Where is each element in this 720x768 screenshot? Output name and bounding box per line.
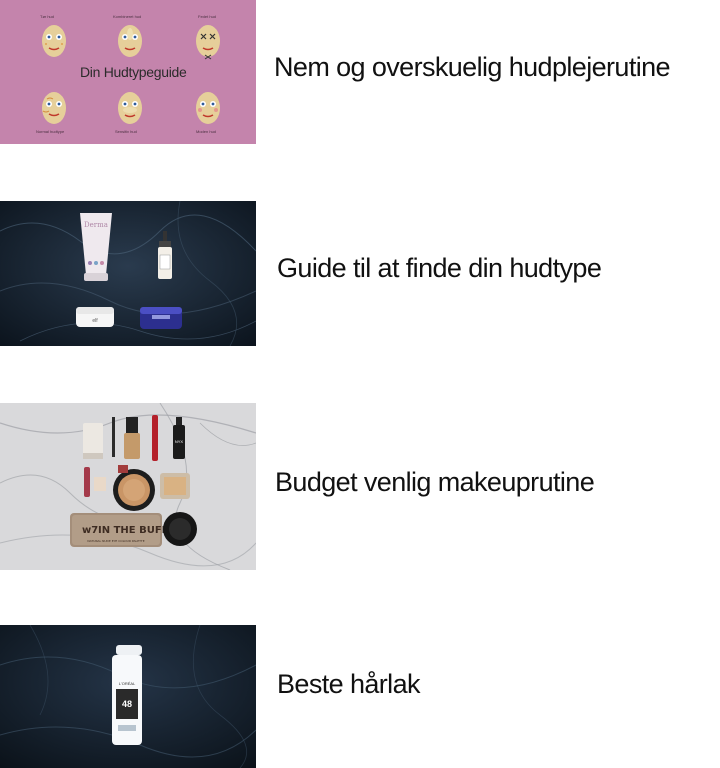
mascara-icon xyxy=(152,415,158,461)
foundation-bottle-icon xyxy=(124,417,140,459)
face-label: Fedet hud xyxy=(198,14,217,19)
eye-pencil-icon xyxy=(112,417,115,457)
article-thumbnail-hairspray[interactable]: 48 L'ORÉAL xyxy=(0,625,256,768)
face-label: Normal hudtype xyxy=(36,129,65,134)
powder-compact-icon xyxy=(113,469,155,511)
svg-text:L'ORÉAL: L'ORÉAL xyxy=(119,681,136,686)
svg-text:IN THE BUFF: IN THE BUFF xyxy=(98,525,168,536)
article-card-best-hairspray[interactable]: 48 L'ORÉAL Beste hårlak xyxy=(0,625,720,768)
svg-text:NYX: NYX xyxy=(175,439,184,444)
article-title[interactable]: Guide til at finde din hudtype xyxy=(277,253,602,284)
skincare-products-photo: Derma elf xyxy=(0,201,256,346)
article-card-budget-makeup[interactable]: NYX IN THE BUFF w7 NATURAL NUDE EYE COLO… xyxy=(0,403,720,570)
article-thumbnail-skincare-products[interactable]: Derma elf xyxy=(0,201,256,346)
eyeshadow-icon xyxy=(94,477,106,491)
hairspray-photo: 48 L'ORÉAL xyxy=(0,625,256,768)
article-thumbnail-makeup-products[interactable]: NYX IN THE BUFF w7 NATURAL NUDE EYE COLO… xyxy=(0,403,256,570)
face-label: Kombineret hud xyxy=(113,14,142,19)
article-card-find-skin-type[interactable]: Derma elf Guide til at finde din hudtype xyxy=(0,201,720,346)
lipstick-icon xyxy=(118,465,128,473)
face-icon xyxy=(118,92,142,124)
svg-text:NATURAL NUDE EYE COLOUR PALETT: NATURAL NUDE EYE COLOUR PALETTE xyxy=(87,539,144,543)
cream-jar-icon: elf xyxy=(76,307,114,327)
svg-text:elf: elf xyxy=(92,318,98,324)
article-card-skincare-routine[interactable]: Tør hud Kombineret hud Fedet hud Normal … xyxy=(0,0,720,144)
face-icon xyxy=(42,25,66,57)
cream-jar-icon xyxy=(140,307,182,329)
svg-text:Derma: Derma xyxy=(84,221,108,229)
article-title[interactable]: Budget venlig makeuprutine xyxy=(275,467,595,498)
lip-gloss-icon xyxy=(84,467,90,497)
face-icon xyxy=(42,92,66,124)
primer-tube-icon xyxy=(83,423,103,459)
face-icon xyxy=(196,92,220,124)
svg-text:48: 48 xyxy=(122,699,132,709)
eyeshadow-palette-icon: IN THE BUFF w7 NATURAL NUDE EYE COLOUR P… xyxy=(70,513,168,547)
blush-compact-icon xyxy=(160,473,190,499)
svg-text:w7: w7 xyxy=(82,525,98,536)
thumbnail-heading: Din Hudtypeguide xyxy=(80,64,187,80)
hairspray-can-icon: 48 L'ORÉAL xyxy=(112,645,142,745)
face-icon xyxy=(118,25,142,57)
loose-powder-icon xyxy=(163,512,197,546)
article-thumbnail-skin-type-guide[interactable]: Tør hud Kombineret hud Fedet hud Normal … xyxy=(0,0,256,144)
face-label: Moden hud xyxy=(196,129,217,134)
face-label: Sensitiv hud xyxy=(115,129,137,134)
makeup-products-photo: NYX IN THE BUFF w7 NATURAL NUDE EYE COLO… xyxy=(0,403,256,570)
article-title[interactable]: Beste hårlak xyxy=(277,669,420,700)
article-title[interactable]: Nem og overskuelig hudplejerutine xyxy=(274,52,671,83)
face-label: Tør hud xyxy=(40,14,55,19)
